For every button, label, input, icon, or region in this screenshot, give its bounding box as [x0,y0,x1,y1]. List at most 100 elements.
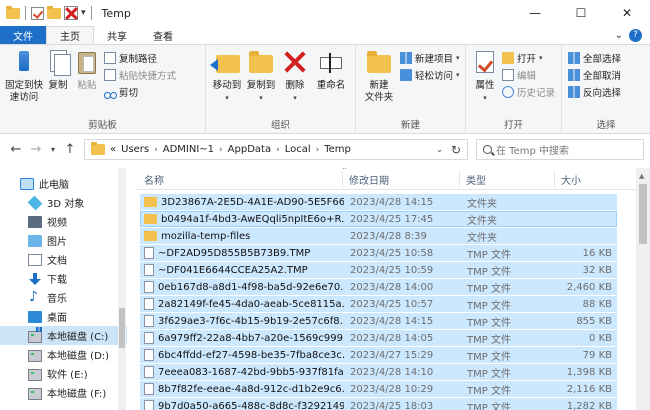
file-type: TMP 文件 [467,249,511,261]
table-row[interactable]: 3D23867A-2E5D-4A1E-AD90-5E5F664... 2023/4… [140,194,617,210]
nav-item-music[interactable]: 音乐 [0,288,127,307]
tab-share[interactable]: 共享 [94,26,140,44]
breadcrumb-temp[interactable]: Temp [324,144,351,155]
pin-icon [19,51,29,71]
maximize-button[interactable]: ☐ [558,0,604,26]
tab-home[interactable]: 主页 [46,26,94,44]
nav-item-drive-c[interactable]: 本地磁盘 (C:) [0,326,127,345]
nav-item-downloads[interactable]: 下载 [0,269,127,288]
invert-selection-label: 反向选择 [583,88,622,99]
nav-item-3d-objects[interactable]: 3D 对象 [0,193,127,212]
nav-label: 本地磁盘 (D:) [47,351,110,362]
table-row[interactable]: 9b7d0a50-a665-488c-8d8c-f3292149... 2023/… [140,398,617,410]
customize-toolbar-chevron-icon[interactable]: ▾ [81,8,86,18]
column-type[interactable]: 类型 [466,172,486,187]
breadcrumb-separator-icon[interactable]: › [154,145,158,155]
cut-button[interactable]: 剪切 [104,85,176,99]
file-list: ⌃ 名称 修改日期 类型 大小 3D23867A-2E5D-4A1E-AD90-… [136,168,636,410]
nav-item-documents[interactable]: 文档 [0,250,127,269]
invert-selection-button[interactable]: 反向选择 [568,85,621,99]
breadcrumb-separator-icon[interactable]: › [276,145,280,155]
forward-arrow-icon[interactable]: → [26,142,46,157]
nav-item-pictures[interactable]: 图片 [0,231,127,250]
file-name-cell: b0494a1f-4bd3-AwEQqli5npItE6o+R... [144,213,344,225]
scrollbar-thumb[interactable] [639,184,647,244]
up-arrow-icon[interactable]: ↑ [60,142,80,157]
nav-item-videos[interactable]: 视频 [0,212,127,231]
breadcrumb-separator-icon[interactable]: › [316,145,320,155]
open-button[interactable]: 打开 ▾ [502,51,555,65]
breadcrumb-separator-icon[interactable]: › [219,145,223,155]
breadcrumb-appdata[interactable]: AppData [228,144,271,155]
file-size: 79 KB [582,349,612,361]
copy-path-button[interactable]: 复制路径 [104,51,176,65]
tab-view[interactable]: 查看 [140,26,186,44]
column-divider[interactable] [554,170,555,188]
column-divider[interactable] [459,170,460,188]
paste-shortcut-button[interactable]: 粘贴快捷方式 [104,68,176,82]
table-row[interactable]: 6bc4ffdd-ef27-4598-be35-7fba8ce3c... 2023… [140,347,617,363]
navigation-pane-scrollbar[interactable] [118,168,126,410]
address-bar[interactable]: « Users › ADMINI~1 › AppData › Local › T… [84,139,468,160]
properties-label: 属性 [475,80,495,91]
new-folder-quick-icon[interactable] [47,5,61,19]
help-icon[interactable]: ? [629,28,642,42]
table-row[interactable]: 2a82149f-fe45-4da0-aeab-5ce8115a... 2023/… [140,296,617,312]
nav-item-this-pc[interactable]: 此电脑 [0,174,127,193]
edit-button[interactable]: 编辑 [502,68,555,82]
history-button[interactable]: 历史记录 [502,85,555,99]
easy-access-button[interactable]: 轻松访问 ▾ [400,68,460,82]
breadcrumb-local[interactable]: Local [285,144,311,155]
file-date: 2023/4/25 10:59 [350,264,434,276]
file-icon [144,383,154,395]
breadcrumb-admini[interactable]: ADMINI~1 [163,144,214,155]
dropdown-arrow-icon: ▾ [293,94,297,102]
file-date: 2023/4/25 17:45 [350,213,434,225]
delete-quick-icon[interactable] [64,6,78,20]
column-name[interactable]: 名称 [144,172,164,187]
select-none-button[interactable]: 全部取消 [568,68,621,82]
column-divider[interactable] [342,170,343,188]
nav-item-drive-d[interactable]: 本地磁盘 (D:) [0,345,127,364]
expand-ribbon-chevron-icon[interactable]: ⌄ [615,30,623,41]
table-row[interactable]: ~DF2AD95D855B5B73B9.TMP 2023/4/25 10:58 TM… [140,245,617,261]
edit-icon [502,69,514,81]
file-name: 3f629ae3-7f6c-4b15-9b19-2e57c6f8... [158,315,344,327]
select-group-label: 选择 [596,120,616,131]
move-to-label: 移动到 [212,80,242,91]
back-arrow-icon[interactable]: ← [6,142,26,157]
file-name-cell: 6bc4ffdd-ef27-4598-be35-7fba8ce3c... [144,349,344,361]
nav-item-drive-e[interactable]: 软件 (E:) [0,364,127,383]
table-row[interactable]: 0eb167d8-a8d1-4f98-ba5d-92e6e70... 2023/4… [140,279,617,295]
table-row[interactable]: 7eeea083-1687-42bd-9bb5-937f81fa... 2023/… [140,364,617,380]
nav-label: 本地磁盘 (F:) [47,389,107,400]
recent-locations-chevron-icon[interactable]: ▾ [46,145,60,154]
table-row[interactable]: b0494a1f-4bd3-AwEQqli5npItE6o+R... 2023/4… [140,211,617,227]
nav-item-desktop[interactable]: 桌面 [0,307,127,326]
file-name-cell: ~DF041E6644CCEA25A2.TMP [144,264,344,276]
new-item-button[interactable]: 新建项目 ▾ [400,51,460,65]
copy-path-label: 复制路径 [119,54,158,65]
table-row[interactable]: 3f629ae3-7f6c-4b15-9b19-2e57c6f8... 2023/… [140,313,617,329]
close-button[interactable]: ✕ [604,0,650,26]
properties-quick-icon[interactable] [31,6,44,20]
column-size[interactable]: 大小 [561,172,581,187]
file-list-scrollbar[interactable]: ▲ [636,168,650,410]
minimize-button[interactable]: — [512,0,558,26]
address-history-chevron-icon[interactable]: ⌄ [436,145,443,154]
file-type: TMP 文件 [467,351,511,363]
scrollbar-thumb[interactable] [119,308,125,348]
select-all-button[interactable]: 全部选择 [568,51,621,65]
search-input[interactable]: 在 Temp 中搜索 [476,139,644,160]
table-row[interactable]: 6a979ff2-22a8-4bb7-a20e-1569c999... 2023/… [140,330,617,346]
tab-file[interactable]: 文件 [0,26,46,44]
column-date[interactable]: 修改日期 [349,172,389,187]
table-row[interactable]: 8b7f82fe-eeae-4a8d-912c-d1b2e9c6... 2023/… [140,381,617,397]
table-row[interactable]: ~DF041E6644CCEA25A2.TMP 2023/4/25 10:59 TM… [140,262,617,278]
scroll-up-arrow-icon[interactable]: ▲ [639,172,644,180]
breadcrumb-overflow[interactable]: « [110,144,116,155]
table-row[interactable]: mozilla-temp-files 2023/4/28 8:39 文件夹 [140,228,617,244]
breadcrumb-users[interactable]: Users [121,144,149,155]
refresh-icon[interactable]: ↻ [451,143,461,157]
nav-item-drive-f[interactable]: 本地磁盘 (F:) [0,383,127,402]
